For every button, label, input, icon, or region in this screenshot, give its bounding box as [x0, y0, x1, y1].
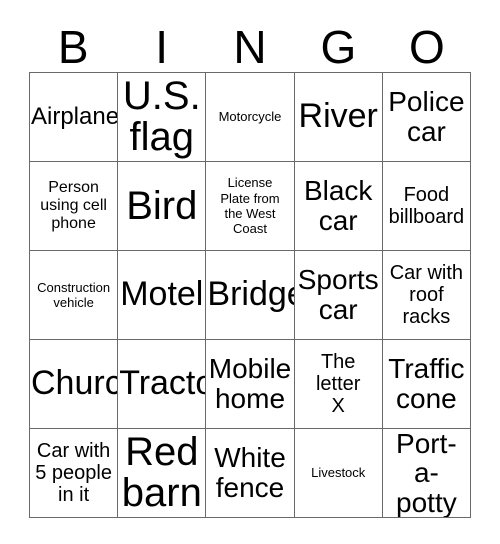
- header-letter-n: N: [233, 21, 267, 73]
- bingo-cell[interactable]: Motel: [118, 251, 207, 340]
- bingo-cell[interactable]: Port-a- potty: [382, 429, 471, 518]
- bingo-cell[interactable]: Mobile home: [206, 340, 295, 429]
- header-letter-b: B: [57, 21, 89, 73]
- bingo-cell[interactable]: Sports car: [294, 251, 383, 340]
- bingo-cell-label: The letter X: [315, 351, 361, 417]
- bingo-cell[interactable]: Traffic cone: [382, 340, 471, 429]
- bingo-card: B I N G O Airplane U.S. flag Motorcycle Riv…: [0, 0, 500, 544]
- bingo-cell-label: Black car: [303, 175, 373, 236]
- bingo-cell[interactable]: Livestock: [294, 429, 383, 518]
- bingo-cell[interactable]: Tractor: [118, 340, 207, 429]
- bingo-cell[interactable]: Black car: [294, 162, 383, 251]
- bingo-cell[interactable]: The letter X: [294, 340, 383, 429]
- bingo-cell[interactable]: U.S. flag: [118, 73, 207, 162]
- bingo-cell-label: Motorcycle: [218, 109, 282, 125]
- bingo-cell[interactable]: Person using cell phone: [30, 162, 119, 251]
- bingo-cell-label: White fence: [214, 442, 286, 503]
- bingo-cell-label: Traffic cone: [388, 353, 465, 414]
- header-letter-o: O: [408, 21, 445, 73]
- bingo-cell-label: U.S. flag: [122, 74, 201, 159]
- bingo-cell[interactable]: White fence: [206, 429, 295, 518]
- bingo-cell-label: Church: [31, 364, 117, 403]
- bingo-cell[interactable]: Motorcycle: [206, 73, 295, 162]
- bingo-cell[interactable]: Bridge: [206, 251, 295, 340]
- bingo-cell-label: Bird: [126, 183, 198, 228]
- bingo-cell[interactable]: Airplane: [30, 73, 119, 162]
- bingo-cell[interactable]: Church: [30, 340, 119, 429]
- bingo-cell[interactable]: Bird: [118, 162, 207, 251]
- bingo-cell-label: Tractor: [119, 364, 205, 403]
- bingo-cell-label: Car with 5 people in it: [35, 440, 112, 506]
- bingo-cell-label: Airplane: [31, 103, 119, 131]
- bingo-cell-label: Construction vehicle: [37, 279, 111, 310]
- bingo-cell-label: Sports car: [297, 264, 379, 325]
- header-letter-g: G: [320, 21, 357, 73]
- header-letter-i: I: [155, 21, 168, 73]
- bingo-cell-label: Mobile home: [208, 353, 292, 414]
- bingo-cell-label: Red barn: [121, 430, 202, 515]
- bingo-cell[interactable]: Car with roof racks: [382, 251, 471, 340]
- bingo-grid: Airplane U.S. flag Motorcycle River Police c…: [29, 72, 471, 518]
- bingo-cell-label: River: [298, 97, 378, 136]
- bingo-cell-label: Motel: [120, 275, 204, 314]
- bingo-cell-label: Car with roof racks: [389, 262, 464, 328]
- bingo-cell-label: Person using cell phone: [40, 178, 107, 233]
- bingo-cell[interactable]: License Plate from the West Coast: [206, 162, 295, 251]
- bingo-header: B I N G O: [29, 14, 471, 72]
- bingo-cell-label: Food billboard: [388, 184, 465, 228]
- bingo-cell[interactable]: Red barn: [118, 429, 207, 518]
- bingo-cell-label: Port-a- potty: [396, 429, 457, 518]
- bingo-cell[interactable]: Construction vehicle: [30, 251, 119, 340]
- bingo-cell-label: License Plate from the West Coast: [220, 175, 280, 237]
- bingo-cell-label: Bridge: [207, 275, 293, 314]
- bingo-cell[interactable]: Food billboard: [382, 162, 471, 251]
- bingo-cell-label: Police car: [388, 86, 465, 147]
- bingo-cell[interactable]: Car with 5 people in it: [30, 429, 119, 518]
- bingo-cell[interactable]: Police car: [382, 73, 471, 162]
- bingo-cell-label: Livestock: [311, 465, 366, 481]
- bingo-cell[interactable]: River: [294, 73, 383, 162]
